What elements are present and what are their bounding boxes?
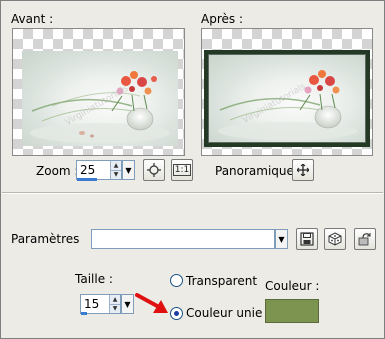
panoramique-label: Panoramique :: [215, 164, 302, 178]
taille-input[interactable]: 15 ▲ ▼: [80, 294, 121, 314]
taille-spinner[interactable]: ▲ ▼: [109, 295, 120, 313]
couleur-swatch[interactable]: [265, 299, 319, 323]
before-label: Avant :: [11, 12, 54, 26]
zoom-dropdown-button[interactable]: ▼: [122, 160, 135, 180]
watermark-text-after: Virginiatutorials: [241, 82, 308, 126]
taille-dropdown-button[interactable]: ▼: [121, 294, 134, 314]
before-preview[interactable]: Virginiatutorials: [12, 28, 185, 156]
save-preset-button[interactable]: [296, 228, 318, 250]
zoom-actual-icon: 1:1: [172, 164, 192, 176]
save-preset-icon: [300, 232, 314, 246]
taille-value: 15: [84, 297, 100, 311]
pan-crosshair-icon: [297, 164, 309, 176]
randomize-dice-icon: [328, 232, 342, 246]
red-arrow-icon: [135, 293, 168, 313]
reset-button[interactable]: [354, 228, 376, 250]
taille-label: Taille :: [75, 272, 113, 286]
taille-progress-bar: [81, 312, 87, 315]
spin-up-icon[interactable]: ▲: [111, 161, 121, 171]
zoom-spinner[interactable]: ▲ ▼: [110, 161, 121, 179]
couleur-unie-label[interactable]: Couleur unie: [186, 306, 262, 320]
zoom-actual-size-button[interactable]: 1:1: [171, 159, 193, 181]
zoom-progress-bar: [77, 178, 97, 181]
dialog-panel: Avant : Après : Virginiatutorials Virgin…: [0, 0, 385, 339]
divider-highlight: [2, 193, 383, 194]
zoom-value: 25: [80, 163, 96, 177]
flower-vase-image: Virginiatutorials: [30, 71, 170, 143]
before-image: Virginiatutorials: [22, 51, 178, 146]
after-preview[interactable]: Virginiatutorials: [201, 28, 373, 156]
spin-down-icon[interactable]: ▼: [111, 170, 121, 179]
zoom-input[interactable]: 25 ▲ ▼: [76, 160, 122, 180]
chevron-down-icon: ▼: [124, 299, 131, 309]
chevron-down-icon: ▼: [278, 234, 285, 244]
after-label: Après :: [201, 12, 243, 26]
spin-up-icon[interactable]: ▲: [110, 295, 120, 305]
reset-icon: [358, 233, 371, 246]
flower-vase-image-after: Virginiatutorials: [218, 70, 358, 140]
parametres-preset-field[interactable]: [91, 229, 275, 249]
after-image: Virginiatutorials: [204, 50, 370, 147]
transparent-radio[interactable]: [170, 274, 183, 287]
pan-button[interactable]: [292, 159, 314, 181]
couleur-label: Couleur :: [265, 279, 320, 293]
couleur-unie-radio[interactable]: [170, 307, 183, 320]
parametres-dropdown-button[interactable]: ▼: [275, 229, 288, 249]
parametres-label: Paramètres: [11, 232, 80, 246]
zoom-fit-button[interactable]: [143, 159, 165, 181]
zoom-fit-icon: [147, 163, 161, 177]
zoom-label: Zoom :: [36, 164, 79, 178]
randomize-button[interactable]: [324, 228, 346, 250]
watermark-text: Virginiatutorials: [64, 84, 131, 128]
chevron-down-icon: ▼: [125, 165, 132, 175]
spin-down-icon[interactable]: ▼: [110, 304, 120, 313]
transparent-label[interactable]: Transparent: [186, 274, 257, 288]
